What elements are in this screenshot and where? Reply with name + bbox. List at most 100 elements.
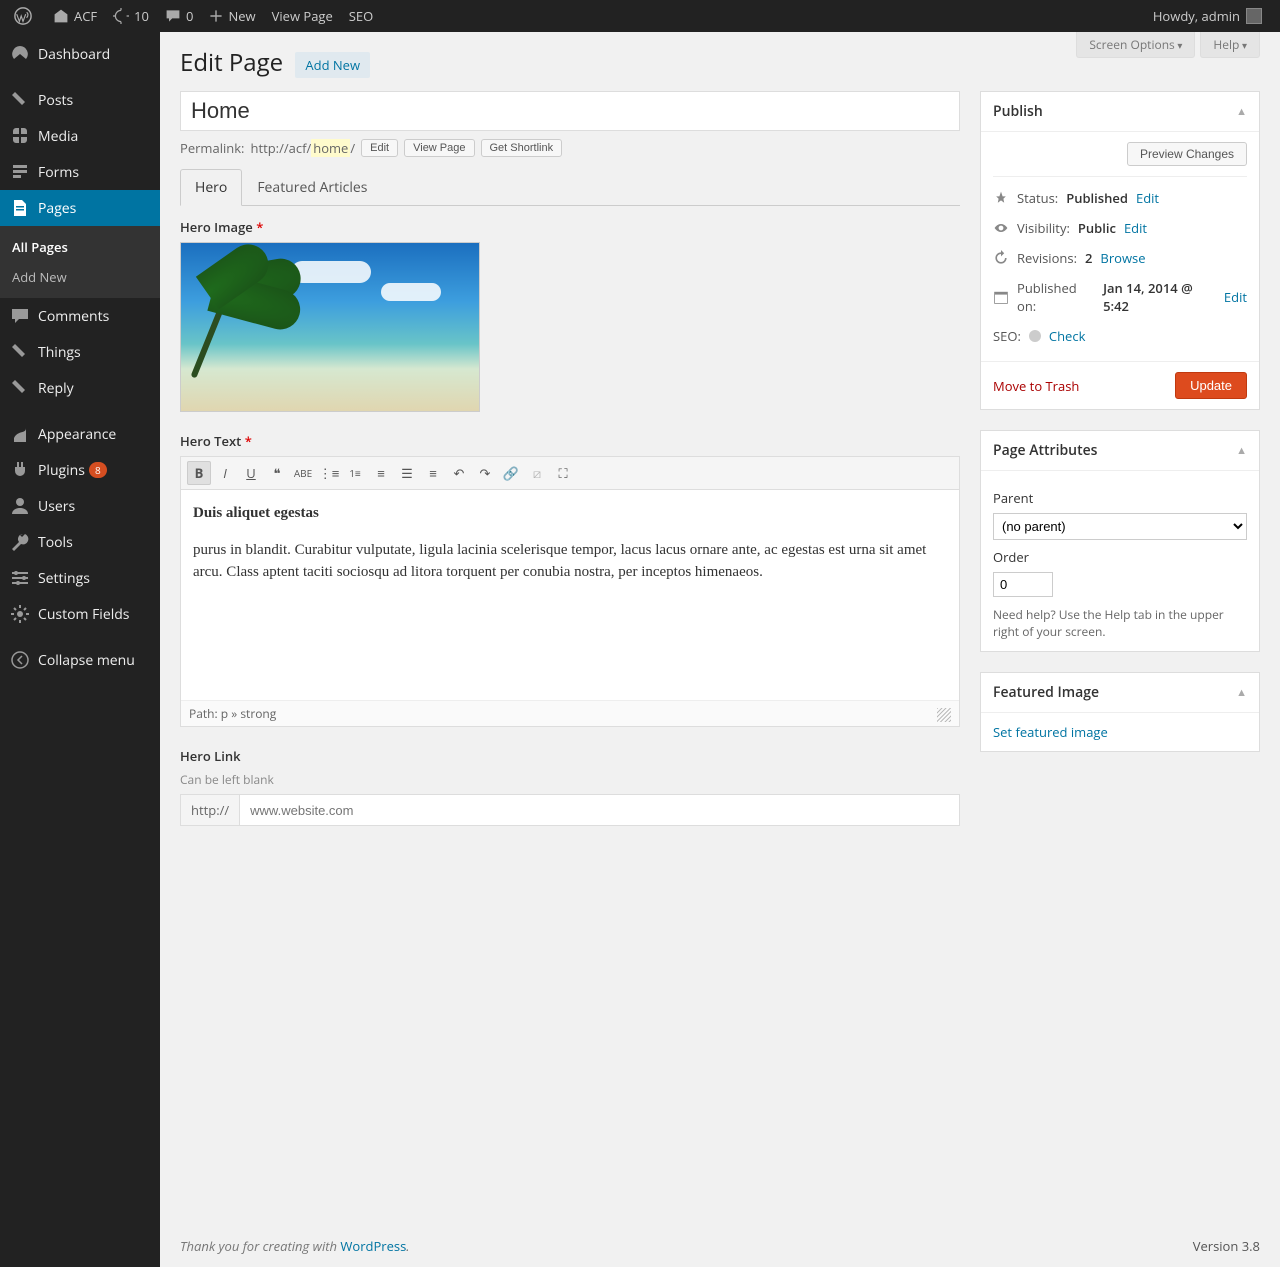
seo-link[interactable]: SEO (341, 0, 381, 32)
sidebar-item-comments[interactable]: Comments (0, 298, 160, 334)
sidebar-item-plugins[interactable]: Plugins8 (0, 452, 160, 488)
screen-options-tab[interactable]: Screen Options (1076, 32, 1195, 58)
editor-toolbar: B I U ❝ ABE ⋮≡ 1≡ ≡ ☰ ≡ ↶ ↷ 🔗 (181, 457, 959, 490)
new-content-link[interactable]: New (201, 0, 263, 32)
bold-icon[interactable]: B (187, 461, 211, 485)
toggle-icon[interactable]: ▲ (1236, 443, 1247, 458)
redo-icon[interactable]: ↷ (473, 461, 497, 485)
italic-icon[interactable]: I (213, 461, 237, 485)
pin-icon (993, 190, 1009, 206)
set-featured-image-link[interactable]: Set featured image (993, 723, 1108, 741)
align-center-icon[interactable]: ☰ (395, 461, 419, 485)
calendar-icon (993, 289, 1009, 305)
plugins-badge: 8 (89, 462, 107, 478)
site-link[interactable]: ACF (45, 0, 105, 32)
version-text: Version 3.8 (1193, 1237, 1260, 1255)
parent-label: Parent (993, 489, 1247, 507)
sidebar-item-forms[interactable]: Forms (0, 154, 160, 190)
sidebar-item-appearance[interactable]: Appearance (0, 416, 160, 452)
hero-image-preview[interactable] (180, 242, 480, 412)
editor-path: Path: p » strong (189, 705, 276, 722)
page-attributes-title: Page Attributes (993, 441, 1098, 460)
sidebar-item-custom-fields[interactable]: Custom Fields (0, 596, 160, 632)
wordpress-link[interactable]: WordPress (340, 1237, 406, 1255)
hero-link-desc: Can be left blank (180, 771, 960, 788)
revisions-icon (993, 250, 1009, 266)
revisions-browse-link[interactable]: Browse (1100, 249, 1145, 267)
sidebar-item-things[interactable]: Things (0, 334, 160, 370)
help-tab[interactable]: Help (1200, 32, 1260, 58)
pages-submenu: All Pages Add New (0, 226, 160, 298)
hero-image-label: Hero Image * (180, 218, 960, 236)
toggle-icon[interactable]: ▲ (1236, 685, 1247, 700)
update-button[interactable]: Update (1175, 372, 1247, 399)
undo-icon[interactable]: ↶ (447, 461, 471, 485)
eye-icon (993, 220, 1009, 236)
collapse-menu-button[interactable]: Collapse menu (0, 642, 160, 678)
sidebar-item-users[interactable]: Users (0, 488, 160, 524)
featured-image-title: Featured Image (993, 683, 1099, 702)
footer: Thank you for creating with WordPress. V… (180, 1237, 1260, 1255)
tab-hero[interactable]: Hero (180, 169, 242, 206)
submenu-all-pages[interactable]: All Pages (0, 232, 160, 262)
my-account-link[interactable]: Howdy, admin (1145, 0, 1270, 32)
unlink-icon[interactable]: ⧄ (525, 461, 549, 485)
bullet-list-icon[interactable]: ⋮≡ (317, 461, 341, 485)
add-new-button[interactable]: Add New (295, 52, 370, 78)
seo-status-icon (1029, 330, 1041, 342)
order-input[interactable] (993, 572, 1053, 597)
sidebar-item-media[interactable]: Media (0, 118, 160, 154)
number-list-icon[interactable]: 1≡ (343, 461, 367, 485)
permalink-shortlink-button[interactable]: Get Shortlink (481, 139, 563, 157)
visibility-edit-link[interactable]: Edit (1124, 219, 1147, 237)
align-left-icon[interactable]: ≡ (369, 461, 393, 485)
admin-menu: Dashboard Posts Media Forms Pages All Pa… (0, 32, 160, 1267)
permalink-edit-button[interactable]: Edit (361, 139, 398, 157)
view-page-link[interactable]: View Page (264, 0, 341, 32)
admin-bar: ACF 10 0 New View Page SEO Howdy, admin (0, 0, 1280, 32)
content-area: Screen Options Help Edit Page Add New Pe… (160, 32, 1280, 1267)
fullscreen-icon[interactable]: ⛶ (551, 461, 575, 485)
site-name: ACF (74, 7, 97, 25)
publish-box: Publish▲ Preview Changes Status: Publish… (980, 91, 1260, 410)
seo-check-link[interactable]: Check (1049, 327, 1086, 345)
link-icon[interactable]: 🔗 (499, 461, 523, 485)
permalink-row: Permalink: http://acf/home/ Edit View Pa… (180, 139, 960, 157)
page-attributes-box: Page Attributes ▲ Parent (no parent) Orde… (980, 430, 1260, 652)
blockquote-icon[interactable]: ❝ (265, 461, 289, 485)
post-title-input[interactable] (180, 91, 960, 131)
align-right-icon[interactable]: ≡ (421, 461, 445, 485)
order-label: Order (993, 548, 1247, 566)
field-tabs: Hero Featured Articles (180, 169, 960, 206)
updates-link[interactable]: 10 (105, 0, 157, 32)
sidebar-item-pages[interactable]: Pages (0, 190, 160, 226)
status-edit-link[interactable]: Edit (1136, 189, 1159, 207)
sidebar-item-dashboard[interactable]: Dashboard (0, 36, 160, 72)
sidebar-item-tools[interactable]: Tools (0, 524, 160, 560)
updates-count: 10 (134, 7, 149, 25)
featured-image-box: Featured Image ▲ Set featured image (980, 672, 1260, 752)
sidebar-item-posts[interactable]: Posts (0, 82, 160, 118)
submenu-add-new[interactable]: Add New (0, 262, 160, 292)
date-edit-link[interactable]: Edit (1224, 288, 1247, 306)
permalink-url: http://acf/home/ (250, 139, 355, 157)
toggle-icon[interactable]: ▲ (1236, 104, 1247, 119)
comments-link[interactable]: 0 (157, 0, 201, 32)
comments-count: 0 (186, 7, 193, 25)
sidebar-item-settings[interactable]: Settings (0, 560, 160, 596)
wp-logo-icon[interactable] (6, 0, 45, 32)
new-label: New (228, 7, 255, 25)
strike-icon[interactable]: ABE (291, 461, 315, 485)
move-to-trash-link[interactable]: Move to Trash (993, 377, 1079, 395)
underline-icon[interactable]: U (239, 461, 263, 485)
parent-select[interactable]: (no parent) (993, 513, 1247, 540)
permalink-view-button[interactable]: View Page (404, 139, 474, 157)
sidebar-item-reply[interactable]: Reply (0, 370, 160, 406)
tab-featured-articles[interactable]: Featured Articles (242, 169, 382, 206)
url-prefix: http:// (181, 795, 240, 825)
resize-handle[interactable] (937, 708, 951, 722)
editor-content[interactable]: Duis aliquet egestas purus in blandit. C… (181, 490, 959, 700)
preview-button[interactable]: Preview Changes (1127, 142, 1247, 166)
publish-title: Publish (993, 102, 1043, 121)
hero-link-input[interactable] (240, 795, 959, 825)
